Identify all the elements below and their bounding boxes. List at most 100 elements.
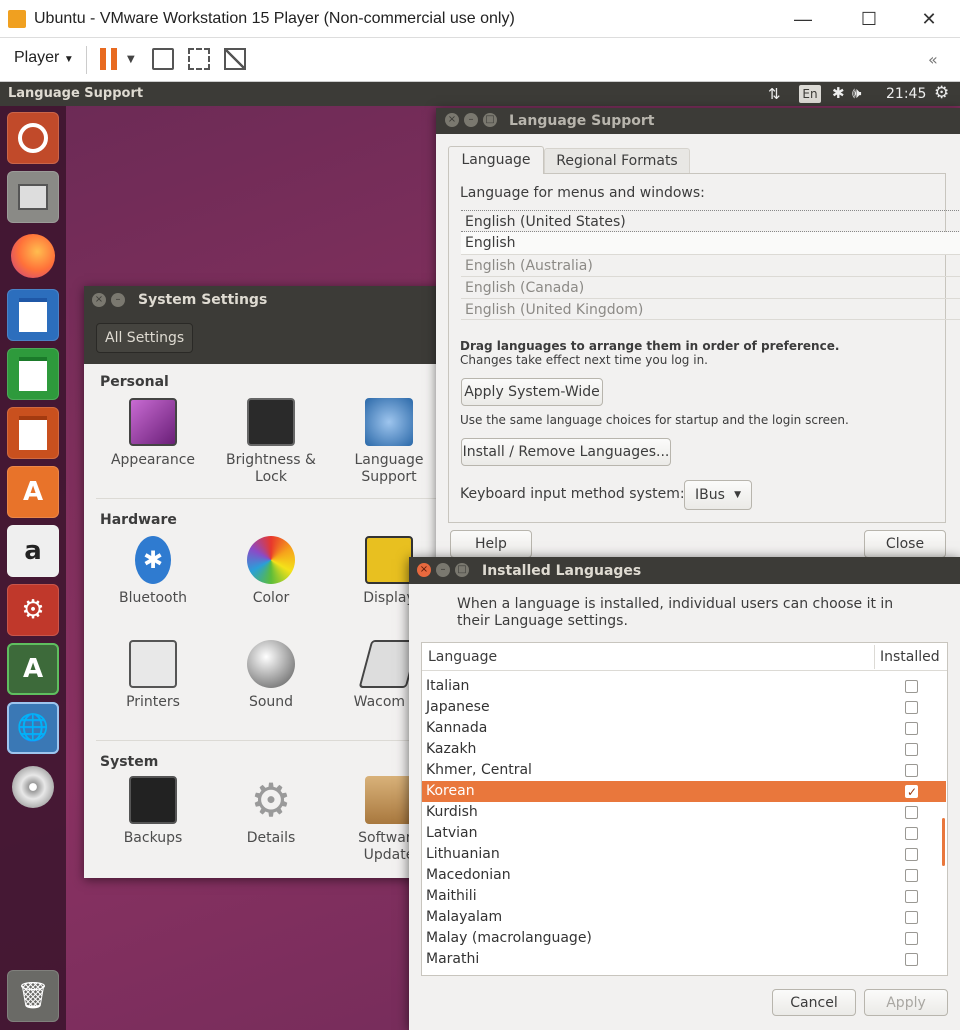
window-title: Ubuntu - VMware Workstation 15 Player (N… — [34, 10, 515, 27]
tab-regional-formats[interactable]: Regional Formats — [544, 148, 690, 174]
installed-checkbox[interactable] — [905, 680, 918, 693]
bluetooth-item[interactable]: ✱ Bluetooth — [98, 536, 208, 607]
installed-checkbox[interactable] — [905, 932, 918, 945]
tab-language[interactable]: Language — [448, 146, 544, 174]
trash-icon[interactable]: 🗑 — [7, 970, 59, 1022]
system-settings-icon[interactable]: ⚙ — [7, 584, 59, 636]
installed-languages-window: × – □ Installed Languages When a languag… — [409, 557, 960, 1030]
table-row[interactable]: Khmer, Central — [422, 760, 946, 781]
language-name: Malay (macrolanguage) — [426, 930, 592, 946]
installed-checkbox[interactable]: ✓ — [905, 785, 918, 799]
installed-checkbox[interactable] — [905, 827, 918, 840]
installed-checkbox[interactable] — [905, 764, 918, 777]
table-row[interactable]: Malay (macrolanguage) — [422, 928, 946, 949]
active-app-name: Language Support — [8, 86, 144, 101]
appearance-label: Appearance — [110, 452, 196, 468]
send-ctrl-alt-del-icon[interactable] — [152, 48, 174, 70]
appearance-item[interactable]: Appearance — [98, 398, 208, 469]
table-row[interactable]: Korean ✓ — [422, 781, 946, 802]
scrollbar-thumb[interactable] — [942, 818, 945, 866]
maximize-icon[interactable]: □ — [483, 113, 497, 127]
brightness-lock-item[interactable]: Brightness & Lock — [216, 398, 326, 486]
apply-system-wide-button[interactable]: Apply System-Wide — [461, 378, 603, 406]
player-menu[interactable]: Player ▼ — [14, 49, 74, 67]
close-icon[interactable]: × — [445, 113, 459, 127]
maximize-button[interactable]: ☐ — [846, 6, 892, 32]
gear-icon[interactable]: ⚙ — [934, 83, 949, 103]
table-row[interactable]: Kazakh — [422, 739, 946, 760]
files-icon[interactable] — [7, 171, 59, 223]
language-support-icon[interactable]: 🌐 — [7, 702, 59, 754]
language-support-item[interactable]: Language Support — [334, 398, 444, 486]
table-row[interactable]: Maithili — [422, 886, 946, 907]
close-icon[interactable]: × — [417, 563, 431, 577]
language-row[interactable]: English — [461, 232, 960, 254]
language-row[interactable]: English (Australia) — [461, 254, 960, 276]
printers-item[interactable]: Printers — [98, 640, 208, 711]
software-center-icon[interactable]: A — [7, 466, 59, 518]
table-row[interactable]: Lithuanian — [422, 844, 946, 865]
close-icon[interactable]: × — [92, 293, 106, 307]
installed-checkbox[interactable] — [905, 869, 918, 882]
network-icon[interactable]: ⇅ — [768, 85, 781, 103]
keyboard-input-select[interactable]: IBus ▼ — [684, 480, 752, 510]
calc-icon[interactable] — [7, 348, 59, 400]
minimize-icon[interactable]: – — [464, 113, 478, 127]
installed-checkbox[interactable] — [905, 848, 918, 861]
language-row[interactable]: English (United Kingdom) — [461, 298, 960, 320]
install-remove-languages-button[interactable]: Install / Remove Languages... — [461, 438, 671, 466]
pause-button[interactable] — [100, 48, 120, 70]
table-row[interactable]: Marathi — [422, 949, 946, 970]
color-item[interactable]: Color — [216, 536, 326, 607]
table-row[interactable]: Kannada — [422, 718, 946, 739]
minimize-icon[interactable]: – — [111, 293, 125, 307]
details-item[interactable]: ⚙ Details — [216, 776, 326, 847]
installed-checkbox[interactable] — [905, 743, 918, 756]
sound-item[interactable]: Sound — [216, 640, 326, 711]
table-row[interactable]: Macedonian — [422, 865, 946, 886]
table-row[interactable]: Latvian — [422, 823, 946, 844]
collapse-toolbar-icon[interactable]: « — [928, 50, 938, 69]
installed-checkbox[interactable] — [905, 806, 918, 819]
installed-checkbox[interactable] — [905, 701, 918, 714]
help-button[interactable]: Help — [450, 530, 532, 558]
volume-icon[interactable]: 🕪 — [852, 84, 861, 102]
clock[interactable]: 21:45 — [886, 86, 926, 102]
language-row[interactable]: English (United States) — [461, 210, 960, 232]
all-settings-button[interactable]: All Settings — [96, 323, 194, 353]
table-row[interactable]: Kurdish — [422, 802, 946, 823]
unity-icon[interactable] — [224, 48, 246, 70]
cancel-button[interactable]: Cancel — [772, 989, 856, 1016]
apply-button[interactable]: Apply — [864, 989, 948, 1016]
maximize-icon[interactable]: □ — [455, 563, 469, 577]
keyboard-indicator[interactable]: En — [799, 85, 821, 103]
column-header-installed[interactable]: Installed — [880, 649, 940, 665]
amazon-icon[interactable]: a — [7, 525, 59, 577]
software-updater-icon[interactable]: A — [7, 643, 59, 695]
backups-label: Backups — [123, 830, 183, 846]
table-row[interactable]: Italian — [422, 676, 946, 697]
installed-checkbox[interactable] — [905, 890, 918, 903]
dvd-icon[interactable] — [7, 761, 59, 813]
pause-dropdown-icon[interactable]: ▼ — [127, 54, 135, 65]
impress-icon[interactable] — [7, 407, 59, 459]
close-button[interactable]: Close — [864, 530, 946, 558]
close-window-button[interactable]: ✕ — [906, 6, 952, 32]
dash-ubuntu-icon[interactable] — [7, 112, 59, 164]
minimize-button[interactable]: — — [780, 6, 826, 32]
language-row[interactable]: English (Canada) — [461, 276, 960, 298]
minimize-icon[interactable]: – — [436, 563, 450, 577]
table-row[interactable]: Malayalam — [422, 907, 946, 928]
backups-item[interactable]: Backups — [98, 776, 208, 847]
language-list[interactable]: English (United States) English English … — [449, 208, 960, 326]
firefox-icon[interactable] — [7, 230, 59, 282]
fullscreen-icon[interactable] — [188, 48, 210, 70]
installed-checkbox[interactable] — [905, 953, 918, 966]
installed-checkbox[interactable] — [905, 722, 918, 735]
column-header-language[interactable]: Language — [428, 649, 497, 665]
table-row[interactable]: Japanese — [422, 697, 946, 718]
writer-icon[interactable] — [7, 289, 59, 341]
ubuntu-top-panel: Language Support ⇅ En ✱ 🕪 21:45 ⚙ — [0, 82, 960, 106]
installed-checkbox[interactable] — [905, 911, 918, 924]
bluetooth-icon[interactable]: ✱ — [832, 84, 845, 102]
